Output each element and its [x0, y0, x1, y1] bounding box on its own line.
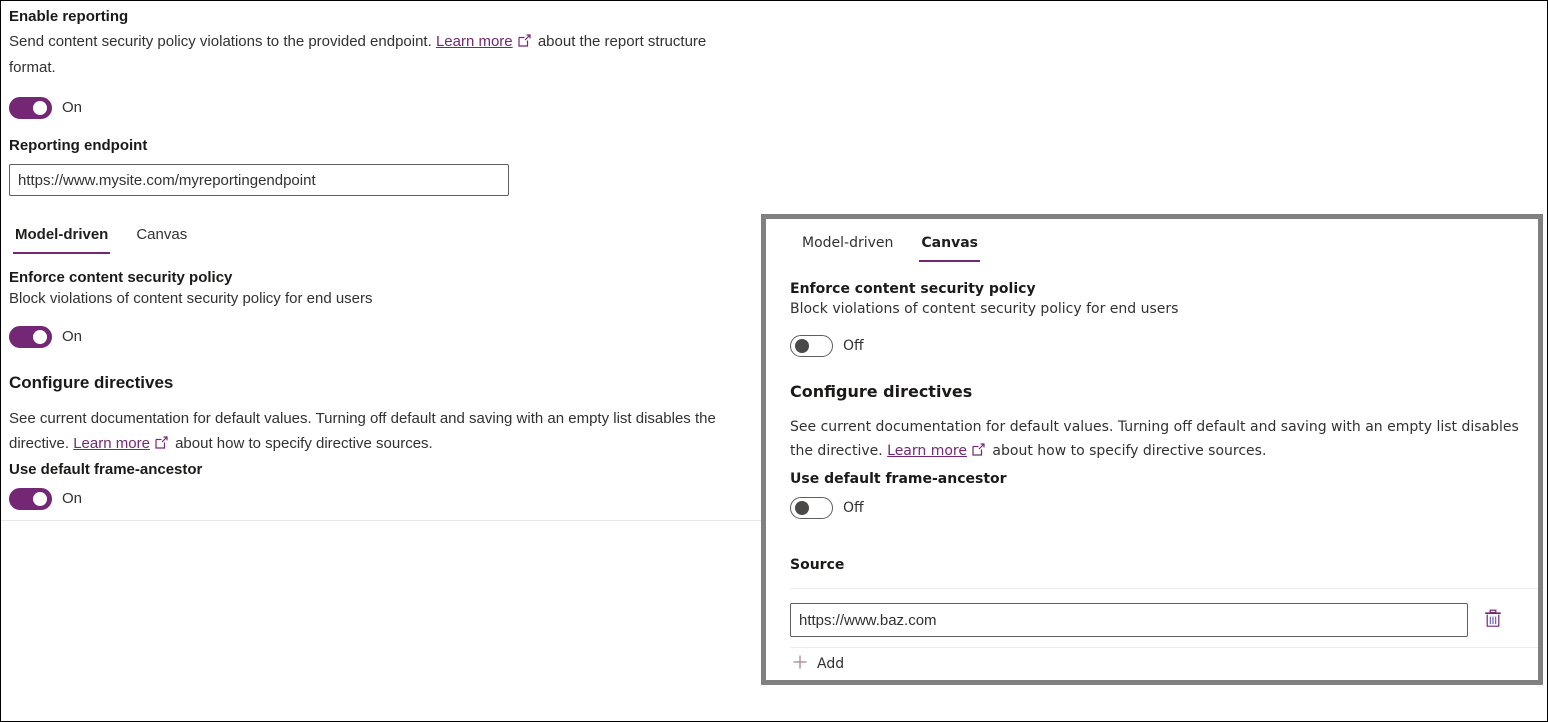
callout-enforce-csp-heading: Enforce content security policy	[790, 279, 1534, 299]
reporting-endpoint-field-group: Reporting endpoint	[9, 136, 509, 196]
enable-reporting-description-pre: Send content security policy violations …	[9, 33, 436, 50]
app-type-tabs: Model-driven Canvas	[1, 223, 201, 254]
source-column-header: Source	[790, 556, 1538, 574]
delete-source-button[interactable]	[1480, 607, 1506, 633]
external-link-icon	[972, 440, 985, 464]
callout-tab-canvas[interactable]: Canvas	[907, 231, 992, 262]
enable-reporting-toggle-state: On	[62, 98, 82, 118]
add-source-label: Add	[817, 656, 844, 672]
screenshot-root: Enable reporting Send content security p…	[0, 0, 1548, 722]
add-source-button[interactable]: Add	[790, 648, 1538, 680]
callout-tab-model-driven[interactable]: Model-driven	[788, 231, 907, 262]
callout-configure-directives-heading: Configure directives	[790, 381, 1536, 403]
toggle-knob	[33, 492, 47, 506]
enable-reporting-heading: Enable reporting	[9, 7, 757, 27]
callout-use-default-frame-ancestor-toggle-row: Off	[790, 497, 1007, 519]
enforce-csp-toggle-row: On	[9, 326, 82, 348]
callout-use-default-frame-ancestor-toggle[interactable]	[790, 497, 833, 519]
enforce-csp-toggle[interactable]	[9, 326, 52, 348]
configure-directives-description: See current documentation for default va…	[9, 406, 757, 457]
toggle-knob	[33, 330, 47, 344]
configure-directives-learn-more-link[interactable]: Learn more	[73, 435, 150, 452]
use-default-frame-ancestor-toggle-state: On	[62, 489, 82, 509]
enable-reporting-description: Send content security policy violations …	[9, 29, 757, 80]
use-default-frame-ancestor-toggle-row: On	[9, 488, 202, 510]
enforce-csp-heading: Enforce content security policy	[9, 268, 757, 288]
callout-enforce-csp-section: Enforce content security policy Block vi…	[790, 279, 1534, 320]
use-default-frame-ancestor-toggle[interactable]	[9, 488, 52, 510]
reporting-endpoint-label: Reporting endpoint	[9, 136, 509, 156]
toggle-knob	[33, 101, 47, 115]
callout-configure-directives-learn-more-link[interactable]: Learn more	[887, 443, 967, 459]
reporting-endpoint-input[interactable]	[9, 164, 509, 196]
configure-directives-section: Configure directives See current documen…	[9, 372, 757, 457]
enable-reporting-learn-more-link[interactable]: Learn more	[436, 33, 513, 50]
tab-model-driven[interactable]: Model-driven	[1, 223, 122, 254]
section-divider	[1, 520, 763, 521]
callout-configure-directives-section: Configure directives See current documen…	[790, 381, 1536, 464]
external-link-icon	[518, 30, 531, 55]
external-link-icon	[155, 432, 168, 457]
callout-enforce-csp-description: Block violations of content security pol…	[790, 299, 1534, 320]
source-header-divider	[790, 588, 1538, 589]
callout-use-default-frame-ancestor-group: Use default frame-ancestor Off	[790, 469, 1007, 519]
use-default-frame-ancestor-group: Use default frame-ancestor On	[9, 460, 202, 510]
enforce-csp-section: Enforce content security policy Block vi…	[9, 268, 757, 309]
trash-icon	[1484, 609, 1502, 631]
callout-enforce-csp-toggle-state: Off	[843, 336, 864, 356]
callout-configure-directives-description: See current documentation for default va…	[790, 415, 1534, 464]
csp-settings-base-panel: Enable reporting Send content security p…	[1, 1, 771, 722]
callout-app-type-tabs: Model-driven Canvas	[788, 231, 992, 262]
source-row	[790, 603, 1538, 637]
enforce-csp-toggle-state: On	[62, 327, 82, 347]
source-footer-divider	[790, 682, 1538, 683]
toggle-knob	[795, 339, 809, 353]
tab-canvas[interactable]: Canvas	[122, 223, 201, 254]
enable-reporting-toggle-row: On	[9, 97, 82, 119]
canvas-tab-callout-panel: Model-driven Canvas Enforce content secu…	[761, 214, 1543, 685]
plus-icon	[792, 654, 808, 674]
toggle-knob	[795, 501, 809, 515]
source-list: Source	[790, 556, 1538, 683]
configure-directives-description-post: about how to specify directive sources.	[171, 435, 433, 452]
use-default-frame-ancestor-label: Use default frame-ancestor	[9, 460, 202, 480]
callout-enforce-csp-toggle[interactable]	[790, 335, 833, 357]
enforce-csp-description: Block violations of content security pol…	[9, 288, 757, 309]
source-url-input[interactable]	[790, 603, 1468, 637]
callout-configure-directives-description-post: about how to specify directive sources.	[988, 443, 1266, 459]
callout-use-default-frame-ancestor-label: Use default frame-ancestor	[790, 469, 1007, 489]
enable-reporting-toggle[interactable]	[9, 97, 52, 119]
configure-directives-heading: Configure directives	[9, 372, 757, 394]
enable-reporting-section: Enable reporting Send content security p…	[9, 7, 757, 80]
callout-use-default-frame-ancestor-toggle-state: Off	[843, 498, 864, 518]
canvas-tab-callout-content: Model-driven Canvas Enforce content secu…	[766, 219, 1538, 680]
callout-enforce-csp-toggle-row: Off	[790, 335, 864, 357]
